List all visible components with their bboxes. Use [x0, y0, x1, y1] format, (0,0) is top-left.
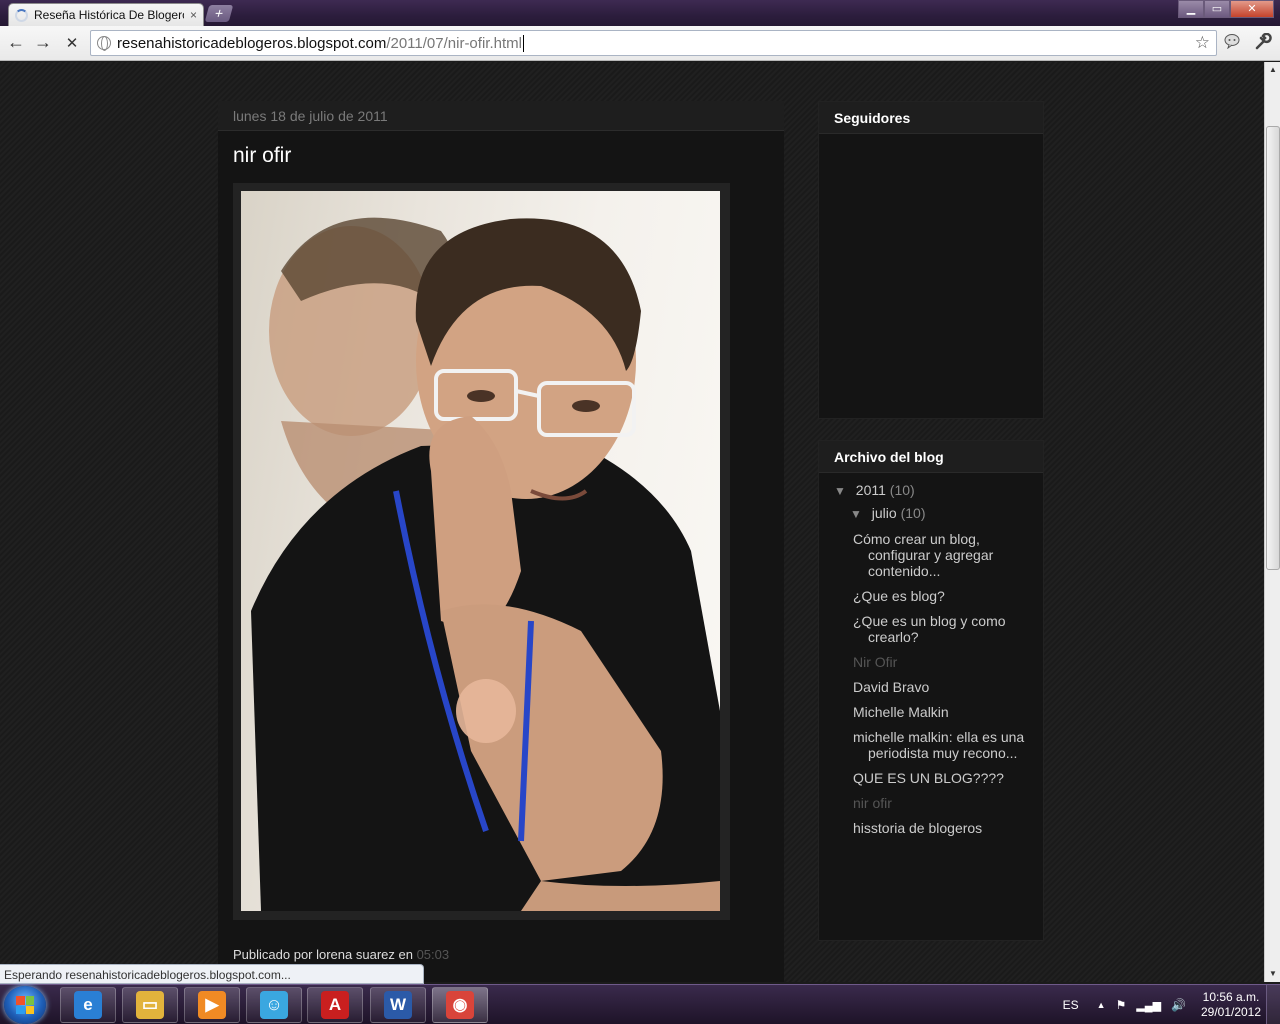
- archive-post-link[interactable]: ¿Que es blog?: [853, 588, 1043, 604]
- blog-post: lunes 18 de julio de 2011 nir ofir Publi…: [218, 101, 784, 982]
- portrait-photo-illustration: [251, 217, 720, 911]
- clock-date: 29/01/2012: [1200, 1005, 1262, 1019]
- archive-post-link[interactable]: michelle malkin: ella es una periodista …: [853, 729, 1043, 761]
- blog-page: lunes 18 de julio de 2011 nir ofir Publi…: [0, 62, 1264, 982]
- archive-post-link[interactable]: hisstoria de blogeros: [853, 820, 1043, 836]
- tab-title: Reseña Histórica De Blogeros: [34, 8, 184, 22]
- archive-post-list: Cómo crear un blog, configurar y agregar…: [819, 531, 1043, 836]
- clock-time: 10:56 a.m.: [1202, 990, 1260, 1004]
- back-button[interactable]: ←: [5, 32, 27, 53]
- post-byline: Publicado por lorena suarez en 05:03: [233, 947, 449, 962]
- word-icon: W: [384, 991, 412, 1019]
- archive-post-link[interactable]: QUE ES UN BLOG????: [853, 770, 1043, 786]
- messenger-icon: ☺: [260, 991, 288, 1019]
- window-controls: ▁ ▭ ✕: [1178, 0, 1274, 18]
- archive-year-label[interactable]: 2011: [856, 482, 886, 498]
- archive-tree: ▼ 2011 (10) ▼ julio (10): [819, 473, 1043, 531]
- post-time-link[interactable]: 05:03: [417, 947, 450, 962]
- post-title[interactable]: nir ofir: [233, 144, 291, 168]
- globe-icon: [97, 36, 111, 51]
- archive-year-count: (10): [889, 482, 915, 498]
- collapse-toggle-icon[interactable]: ▼: [850, 507, 862, 521]
- archive-post-link[interactable]: David Bravo: [853, 679, 1043, 695]
- vertical-scrollbar[interactable]: ▲ ▼: [1264, 62, 1280, 982]
- archive-post-link[interactable]: Michelle Malkin: [853, 704, 1043, 720]
- scroll-up-arrow-icon[interactable]: ▲: [1265, 62, 1280, 78]
- archive-title: Archivo del blog: [819, 441, 1043, 473]
- browser-toolbar: ← → ✕ resenahistoricadeblogeros.blogspot…: [0, 26, 1280, 61]
- archive-post-link[interactable]: Cómo crear un blog, configurar y agregar…: [853, 531, 1043, 579]
- archive-month-label[interactable]: julio: [872, 505, 897, 521]
- ie-icon: e: [74, 991, 102, 1019]
- archive-year[interactable]: ▼ 2011 (10): [834, 479, 1028, 502]
- system-tray: ES ▲ ⚑ ▂▄▆ 🔊 10:56 a.m. 29/01/2012: [1063, 985, 1280, 1024]
- taskbar-app-button[interactable]: e: [60, 987, 116, 1023]
- explorer-icon: ▭: [136, 991, 164, 1019]
- archive-post-link[interactable]: nir ofir: [853, 795, 1043, 811]
- text-caret: [522, 34, 524, 52]
- blog-archive-widget: Archivo del blog ▼ 2011 (10) ▼ julio (10…: [818, 440, 1044, 941]
- action-center-flag-icon[interactable]: ⚑: [1116, 998, 1127, 1012]
- bookmark-star-icon[interactable]: ☆: [1195, 33, 1210, 53]
- taskbar-app-button[interactable]: ▶: [184, 987, 240, 1023]
- archive-month-count: (10): [900, 505, 926, 521]
- language-indicator[interactable]: ES: [1063, 998, 1079, 1012]
- acrobat-icon: A: [321, 991, 349, 1019]
- tab-strip: Reseña Histórica De Blogeros × + ▁ ▭ ✕: [0, 0, 1280, 26]
- followers-title: Seguidores: [819, 102, 1043, 134]
- collapse-toggle-icon[interactable]: ▼: [834, 484, 846, 498]
- chrome-icon: ◉: [446, 991, 474, 1019]
- post-date: lunes 18 de julio de 2011: [218, 101, 784, 131]
- show-hidden-icons-icon[interactable]: ▲: [1097, 1000, 1106, 1010]
- taskbar-app-button[interactable]: ☺: [246, 987, 302, 1023]
- taskbar-app-button[interactable]: ◉: [432, 987, 488, 1023]
- minimize-button[interactable]: ▁: [1178, 0, 1204, 18]
- url-path: /2011/07/nir-ofir.html: [386, 34, 522, 52]
- tab-close-icon[interactable]: ×: [190, 8, 197, 22]
- taskbar-app-button[interactable]: ▭: [122, 987, 178, 1023]
- show-desktop-button[interactable]: [1266, 985, 1280, 1024]
- close-window-button[interactable]: ✕: [1230, 0, 1274, 18]
- clock[interactable]: 10:56 a.m. 29/01/2012: [1196, 990, 1266, 1020]
- maximize-button[interactable]: ▭: [1204, 0, 1230, 18]
- volume-icon[interactable]: 🔊: [1171, 998, 1186, 1012]
- scroll-thumb[interactable]: [1266, 126, 1280, 570]
- forward-button[interactable]: →: [32, 32, 54, 53]
- archive-month[interactable]: ▼ julio (10): [834, 502, 1028, 525]
- status-bubble: Esperando resenahistoricadeblogeros.blog…: [0, 964, 424, 984]
- byline-author: Publicado por lorena suarez en: [233, 947, 413, 962]
- loading-spinner-icon: [15, 8, 28, 22]
- url-host: resenahistoricadeblogeros.blogspot.com: [117, 34, 387, 52]
- chat-bubble-icon[interactable]: [1224, 33, 1240, 53]
- post-photo[interactable]: [241, 191, 720, 911]
- archive-post-link[interactable]: ¿Que es un blog y como crearlo?: [853, 613, 1043, 645]
- archive-post-link[interactable]: Nir Ofir: [853, 654, 1043, 670]
- stop-button[interactable]: ✕: [61, 34, 83, 52]
- windows-taskbar: e ▭ ▶ ☺ A W ◉ ES ▲ ⚑ ▂▄▆ 🔊 10:56 a.m. 29/01/20…: [0, 984, 1280, 1024]
- windows-logo-icon: [16, 996, 34, 1014]
- address-bar[interactable]: resenahistoricadeblogeros.blogspot.com/2…: [90, 30, 1217, 56]
- start-button[interactable]: [4, 986, 46, 1024]
- media-player-icon: ▶: [198, 991, 226, 1019]
- post-image-frame: [233, 183, 730, 920]
- browser-tab[interactable]: Reseña Histórica De Blogeros ×: [8, 3, 204, 26]
- network-icon[interactable]: ▂▄▆: [1136, 999, 1161, 1012]
- followers-widget: Seguidores: [818, 101, 1044, 419]
- taskbar-app-button[interactable]: A: [307, 987, 363, 1023]
- scroll-down-arrow-icon[interactable]: ▼: [1265, 966, 1280, 982]
- wrench-icon[interactable]: [1254, 32, 1272, 55]
- new-tab-button[interactable]: +: [204, 5, 234, 22]
- taskbar-app-button[interactable]: W: [370, 987, 426, 1023]
